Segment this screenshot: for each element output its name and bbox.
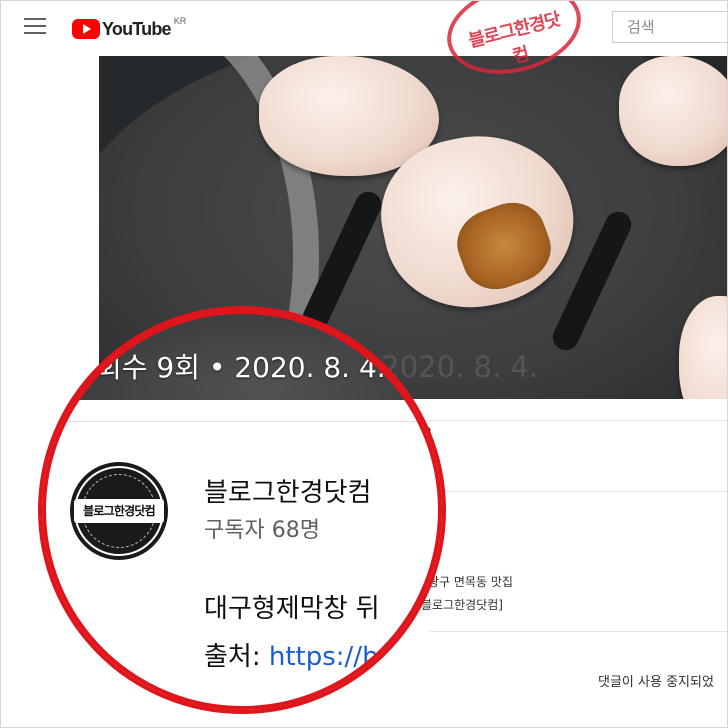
avatar-label: 블로그한경닷컴 [83,504,155,518]
hamburger-menu-icon[interactable] [24,18,46,36]
magnified-video-meta: 회수 9회 • 2020. 8. 4. [96,351,386,384]
divider [430,491,728,492]
channel-avatar[interactable]: 블로그한경닷컴 [70,462,168,560]
dumpling [619,56,728,166]
divider [42,421,442,422]
description-source: 출처: https://b [204,636,379,673]
description-line: 광구 면목동 맛집 [428,575,513,589]
description-line: 블로그한경닷컴] [421,598,503,612]
divider [430,631,728,632]
play-icon [72,19,100,39]
description-title: 대구형제막창 뒤 [204,594,380,624]
logo-wordmark: YouTube [102,18,172,39]
region-code: KR [173,16,187,26]
search-input[interactable] [625,12,728,42]
comments-disabled-notice: 댓글이 사용 중지되었 [598,675,714,690]
magnifier-callout: 회수 9회 • 2020. 8. 4. 블로그한경닷컴 블로그한경닷컴 구독자 … [42,310,442,710]
youtube-logo[interactable]: YouTube KR [72,16,187,41]
channel-name[interactable]: 블로그한경닷컴 [204,472,371,509]
masthead: YouTube KR [0,0,728,56]
search-box[interactable] [612,11,728,43]
subscriber-count: 구독자 68명 [204,518,320,543]
source-link[interactable]: https://b [269,642,379,672]
source-label: 출처: [204,642,269,672]
